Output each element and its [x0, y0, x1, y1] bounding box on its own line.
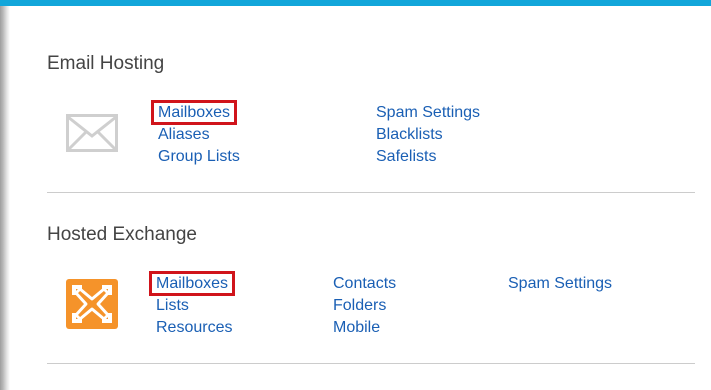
hosted-exchange-title: Hosted Exchange	[47, 224, 197, 245]
email-hosting-blacklists-link[interactable]: Blacklists	[376, 125, 443, 144]
email-hosting-mailboxes-link[interactable]: Mailboxes	[150, 100, 238, 125]
email-hosting-group-lists-link[interactable]: Group Lists	[158, 147, 240, 166]
exchange-logo-icon	[66, 279, 118, 334]
hosted-exchange-folders-link[interactable]: Folders	[333, 296, 386, 315]
hosted-exchange-resources-link[interactable]: Resources	[156, 318, 232, 337]
page: Email Hosting Mailboxes Aliases Group Li…	[0, 0, 711, 390]
email-hosting-safelists-link[interactable]: Safelists	[376, 147, 436, 166]
left-scroll-edge	[0, 6, 10, 390]
top-accent-bar	[0, 0, 711, 6]
hosted-exchange-contacts-link[interactable]: Contacts	[333, 274, 396, 293]
hosted-exchange-mobile-link[interactable]: Mobile	[333, 318, 380, 337]
section-divider	[47, 363, 695, 364]
hosted-exchange-lists-link[interactable]: Lists	[156, 296, 189, 315]
section-divider	[47, 192, 695, 193]
hosted-exchange-mailboxes-link[interactable]: Mailboxes	[148, 271, 236, 296]
email-hosting-spam-settings-link[interactable]: Spam Settings	[376, 103, 480, 122]
envelope-icon	[66, 114, 118, 157]
email-hosting-aliases-link[interactable]: Aliases	[158, 125, 210, 144]
email-hosting-title: Email Hosting	[47, 53, 165, 74]
hosted-exchange-spam-settings-link[interactable]: Spam Settings	[508, 274, 612, 293]
